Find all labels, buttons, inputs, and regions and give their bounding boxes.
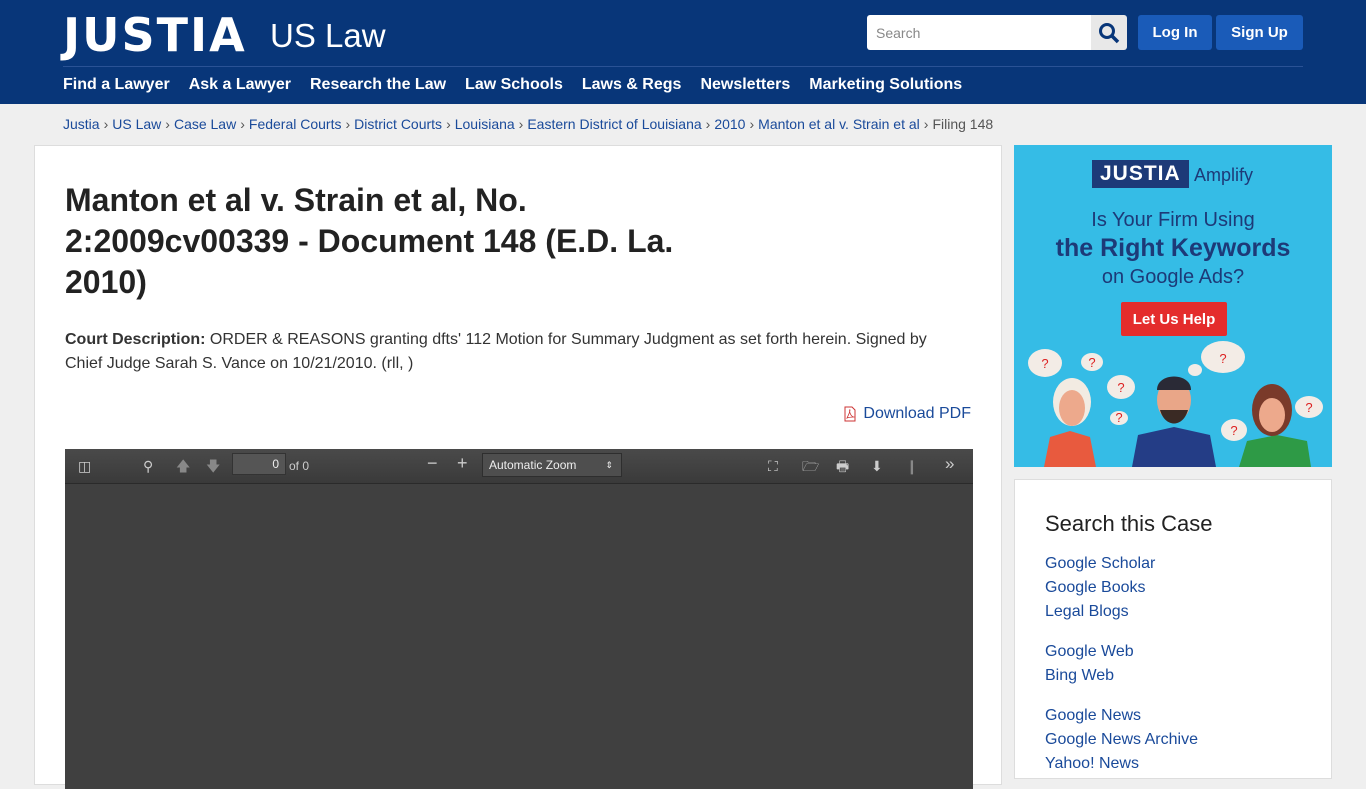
- signup-button[interactable]: Sign Up: [1216, 15, 1303, 50]
- ad-line-1: Is Your Firm Using: [1091, 209, 1255, 231]
- breadcrumb-link[interactable]: US Law: [112, 116, 161, 132]
- next-page-icon[interactable]: 🡇: [206, 458, 220, 474]
- svg-text:?: ?: [1230, 423, 1237, 438]
- download-icon[interactable]: ⬇: [871, 458, 883, 474]
- svg-text:?: ?: [1117, 380, 1124, 395]
- svg-text:?: ?: [1219, 351, 1226, 366]
- link-google-books[interactable]: Google Books: [1045, 579, 1146, 597]
- breadcrumb-link[interactable]: District Courts: [354, 116, 442, 132]
- nav-law-schools[interactable]: Law Schools: [465, 76, 563, 94]
- select-arrows-icon: ⇕: [605, 460, 613, 470]
- breadcrumb-link[interactable]: 2010: [714, 116, 745, 132]
- svg-text:?: ?: [1088, 355, 1095, 370]
- ad-product: Amplify: [1194, 165, 1254, 185]
- main-content: Manton et al v. Strain et al, No. 2:2009…: [34, 145, 1002, 789]
- print-icon[interactable]: 🖶: [836, 458, 849, 474]
- link-google-news-archive[interactable]: Google News Archive: [1045, 731, 1198, 749]
- search-case-title: Search this Case: [1045, 511, 1213, 536]
- let-us-help-button[interactable]: Let Us Help: [1121, 302, 1227, 336]
- pdf-icon: [844, 406, 856, 422]
- download-pdf-label: Download PDF: [863, 405, 971, 422]
- sidebar-toggle-icon[interactable]: ◫: [78, 458, 91, 474]
- search-input[interactable]: [867, 15, 1091, 50]
- zoom-select[interactable]: Automatic Zoom ⇕: [482, 453, 622, 477]
- ad-line-3: on Google Ads?: [1101, 266, 1245, 288]
- breadcrumb-link[interactable]: Eastern District of Louisiana: [527, 116, 701, 132]
- link-google-scholar[interactable]: Google Scholar: [1045, 555, 1155, 573]
- svg-text:?: ?: [1305, 400, 1312, 415]
- breadcrumb-separator: ›: [103, 116, 109, 132]
- breadcrumb-separator: ›: [923, 116, 929, 132]
- link-yahoo-news[interactable]: Yahoo! News: [1045, 755, 1139, 773]
- nav-find-lawyer[interactable]: Find a Lawyer: [63, 76, 170, 94]
- breadcrumb-separator: ›: [518, 116, 524, 132]
- ad-line-2: the Right Keywords: [1055, 234, 1291, 262]
- search-icon: [1099, 22, 1120, 43]
- description-label: Court Description:: [65, 331, 206, 348]
- find-icon[interactable]: ⚲: [143, 458, 153, 474]
- breadcrumb-link[interactable]: Manton et al v. Strain et al: [758, 116, 920, 132]
- breadcrumb-current: Filing 148: [932, 116, 994, 132]
- link-google-news[interactable]: Google News: [1045, 707, 1141, 725]
- site-header: JUSTIA US Law Log In Sign Up Find a Lawy…: [0, 0, 1366, 104]
- breadcrumb-separator: ›: [240, 116, 245, 132]
- bookmark-icon[interactable]: ❙: [906, 458, 918, 474]
- ad-logo: JUSTIA: [1092, 160, 1189, 188]
- zoom-value: Automatic Zoom: [489, 458, 577, 472]
- nav-newsletters[interactable]: Newsletters: [700, 76, 790, 94]
- search-button[interactable]: [1091, 15, 1127, 50]
- page-count: of 0: [289, 459, 310, 473]
- breadcrumb-separator: ›: [446, 116, 451, 132]
- link-bing-web[interactable]: Bing Web: [1045, 667, 1114, 685]
- page-title: Manton et al v. Strain et al, No. 2:2009…: [65, 182, 674, 300]
- link-google-web[interactable]: Google Web: [1045, 643, 1134, 661]
- tools-icon[interactable]: »: [945, 455, 954, 472]
- svg-text:?: ?: [1041, 356, 1048, 371]
- breadcrumb-separator: ›: [345, 116, 351, 132]
- amplify-ad[interactable]: JUSTIA Amplify Is Your Firm Using the Ri…: [1014, 145, 1332, 467]
- svg-text:?: ?: [1115, 410, 1122, 425]
- link-legal-blogs[interactable]: Legal Blogs: [1045, 603, 1129, 621]
- nav-marketing[interactable]: Marketing Solutions: [809, 76, 962, 94]
- download-pdf-link[interactable]: Download PDF: [842, 405, 971, 423]
- pdf-viewer[interactable]: ◫ ⚲ 🡅 🡇 0 of 0 − + Automatic Zoom ⇕ ⛶ 🗁 🖶…: [65, 449, 973, 789]
- breadcrumb-separator: ›: [705, 116, 711, 132]
- breadcrumb-link[interactable]: Case Law: [174, 116, 236, 132]
- main-nav: Find a Lawyer Ask a Lawyer Research the …: [63, 76, 962, 94]
- court-description: Court Description: ORDER & REASONS grant…: [65, 328, 965, 376]
- nav-ask-lawyer[interactable]: Ask a Lawyer: [189, 76, 291, 94]
- breadcrumb-separator: ›: [749, 116, 755, 132]
- breadcrumb: Justia › US Law › Case Law › Federal Courts › Di…: [63, 116, 993, 132]
- search-this-case-panel: Search this Case Google Scholar Google B…: [1014, 479, 1332, 779]
- page-number-input[interactable]: 0: [232, 453, 286, 475]
- breadcrumb-link[interactable]: Federal Courts: [249, 116, 342, 132]
- zoom-out-icon[interactable]: −: [427, 454, 438, 472]
- previous-page-icon[interactable]: 🡅: [176, 458, 190, 474]
- open-file-icon[interactable]: 🗁: [802, 458, 819, 474]
- breadcrumb-link[interactable]: Justia: [63, 116, 100, 132]
- nav-research-law[interactable]: Research the Law: [310, 76, 446, 94]
- breadcrumb-link[interactable]: Louisiana: [455, 116, 515, 132]
- pdf-toolbar: ◫ ⚲ 🡅 🡇 0 of 0 − + Automatic Zoom ⇕ ⛶ 🗁 🖶…: [65, 449, 973, 484]
- breadcrumb-separator: ›: [165, 116, 170, 132]
- nav-laws-regs[interactable]: Laws & Regs: [582, 76, 682, 94]
- us-law-link[interactable]: US Law: [270, 17, 386, 55]
- header-divider: [63, 66, 1303, 67]
- login-button[interactable]: Log In: [1138, 15, 1212, 50]
- zoom-in-icon[interactable]: +: [457, 454, 468, 472]
- justia-logo[interactable]: JUSTIA: [63, 8, 247, 62]
- ad-illustration: ???????: [1028, 341, 1323, 467]
- presentation-mode-icon[interactable]: ⛶: [768, 458, 778, 474]
